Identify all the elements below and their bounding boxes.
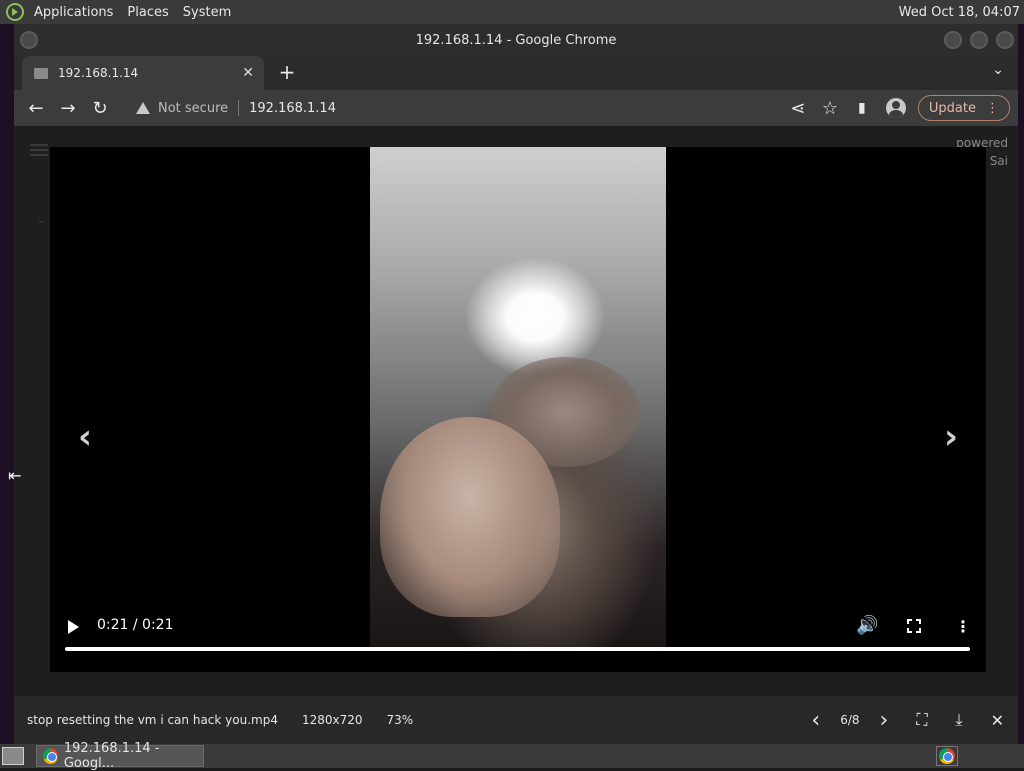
maximize-button[interactable] (970, 31, 988, 49)
previous-icon[interactable]: ‹ (811, 708, 820, 733)
security-label[interactable]: Not secure (158, 101, 228, 116)
chrome-logo-icon (939, 748, 955, 764)
download-icon[interactable]: ⤓ (956, 710, 963, 730)
chevron-down-icon[interactable]: ⌄ (36, 212, 46, 226)
tab-close-icon[interactable]: ✕ (242, 65, 254, 81)
next-media-icon[interactable]: › (944, 417, 958, 457)
video-controls: 0:21 / 0:21 🔊 ⋮ (50, 607, 986, 667)
video-time: 0:21 / 0:21 (97, 617, 174, 633)
media-resolution: 1280x720 (301, 713, 363, 727)
share-icon[interactable]: ⋖ (782, 92, 814, 124)
video-options-icon[interactable]: ⋮ (955, 617, 971, 636)
media-zoom: 73% (386, 713, 414, 727)
fullscreen-toggle-icon[interactable]: ⛶ (916, 710, 927, 730)
desktop-edge-right (1018, 24, 1024, 744)
browser-menu-icon[interactable]: ⋮ (986, 101, 999, 116)
clock[interactable]: Wed Oct 18, 04:07 (899, 5, 1020, 20)
warning-icon[interactable] (136, 102, 150, 114)
update-button[interactable]: Update ⋮ (917, 95, 1010, 121)
volume-icon[interactable]: 🔊 (856, 615, 878, 636)
taskbar-window-item[interactable]: 192.168.1.14 - Googl... (36, 741, 204, 771)
tab-title: 192.168.1.14 (58, 66, 139, 80)
bookmark-star-icon[interactable]: ☆ (814, 92, 846, 124)
window-menu-button[interactable] (20, 31, 38, 49)
close-icon[interactable]: ✕ (991, 711, 1004, 730)
side-panel-icon[interactable]: ▮ (846, 92, 878, 124)
back-button[interactable]: ← (20, 92, 52, 124)
new-tab-button[interactable]: + (276, 61, 298, 83)
tab-search-icon[interactable]: ⌄ (992, 62, 1004, 78)
window-title: 192.168.1.14 - Google Chrome (415, 32, 617, 48)
update-label: Update (928, 100, 976, 116)
play-icon[interactable] (68, 620, 79, 634)
applications-menu[interactable]: Applications (34, 5, 113, 20)
media-viewer: ‹ › 0:21 / 0:21 🔊 ⋮ (50, 147, 986, 672)
folder-icon (34, 67, 48, 79)
hamburger-menu-icon[interactable] (30, 144, 48, 156)
media-position: 6/8 (840, 713, 860, 727)
toolbar-actions: ⋖ ☆ ▮ Update ⋮ (782, 90, 1018, 126)
url-text[interactable]: 192.168.1.14 (249, 101, 336, 116)
previous-media-icon[interactable]: ‹ (78, 417, 92, 457)
page-content: ⌄ powered Sai ‹ › 0:21 / 0:21 🔊 ⋮ stop r… (14, 126, 1018, 744)
profile-avatar-icon[interactable] (885, 98, 906, 118)
chrome-icon (43, 748, 58, 764)
distro-logo-icon[interactable] (6, 3, 24, 21)
top-panel: Applications Places System Wed Oct 18, 0… (0, 0, 1024, 24)
places-menu[interactable]: Places (127, 5, 168, 20)
tray-chrome-icon[interactable] (936, 746, 958, 766)
show-desktop-icon[interactable] (2, 747, 24, 765)
tab-active[interactable]: 192.168.1.14 ✕ (22, 56, 264, 90)
forward-button[interactable]: → (52, 92, 84, 124)
video-subject-hand (380, 417, 560, 617)
media-info-bar: stop resetting the vm i can hack you.mp4… (14, 696, 1018, 744)
minimize-button[interactable] (944, 31, 962, 49)
desktop-edge-left (0, 24, 14, 744)
taskbar-item-label: 192.168.1.14 - Googl... (63, 741, 160, 771)
omnibox-divider (238, 100, 240, 116)
video-frame[interactable] (370, 147, 666, 647)
bottom-taskbar: 192.168.1.14 - Googl... (0, 741, 1024, 771)
browser-toolbar: ← → ↻ Not secure 192.168.1.14 ⋖ ☆ ▮ Upda… (14, 90, 1018, 126)
media-filename: stop resetting the vm i can hack you.mp4 (27, 713, 278, 727)
next-icon[interactable]: › (880, 708, 889, 733)
video-progress-bar[interactable] (65, 647, 970, 651)
system-menu[interactable]: System (183, 5, 231, 20)
close-window-button[interactable] (996, 31, 1014, 49)
browser-window: 192.168.1.14 - Google Chrome 192.168.1.1… (14, 24, 1018, 744)
fullscreen-icon[interactable] (907, 619, 921, 633)
tab-strip: 192.168.1.14 ✕ + ⌄ (14, 56, 1018, 90)
media-actions: ‹ 6/8 › ⛶ ⤓ ✕ (797, 696, 1018, 744)
resize-cursor-icon: ⇤ (8, 466, 22, 485)
window-titlebar[interactable]: 192.168.1.14 - Google Chrome (14, 24, 1018, 56)
reload-button[interactable]: ↻ (84, 92, 116, 124)
